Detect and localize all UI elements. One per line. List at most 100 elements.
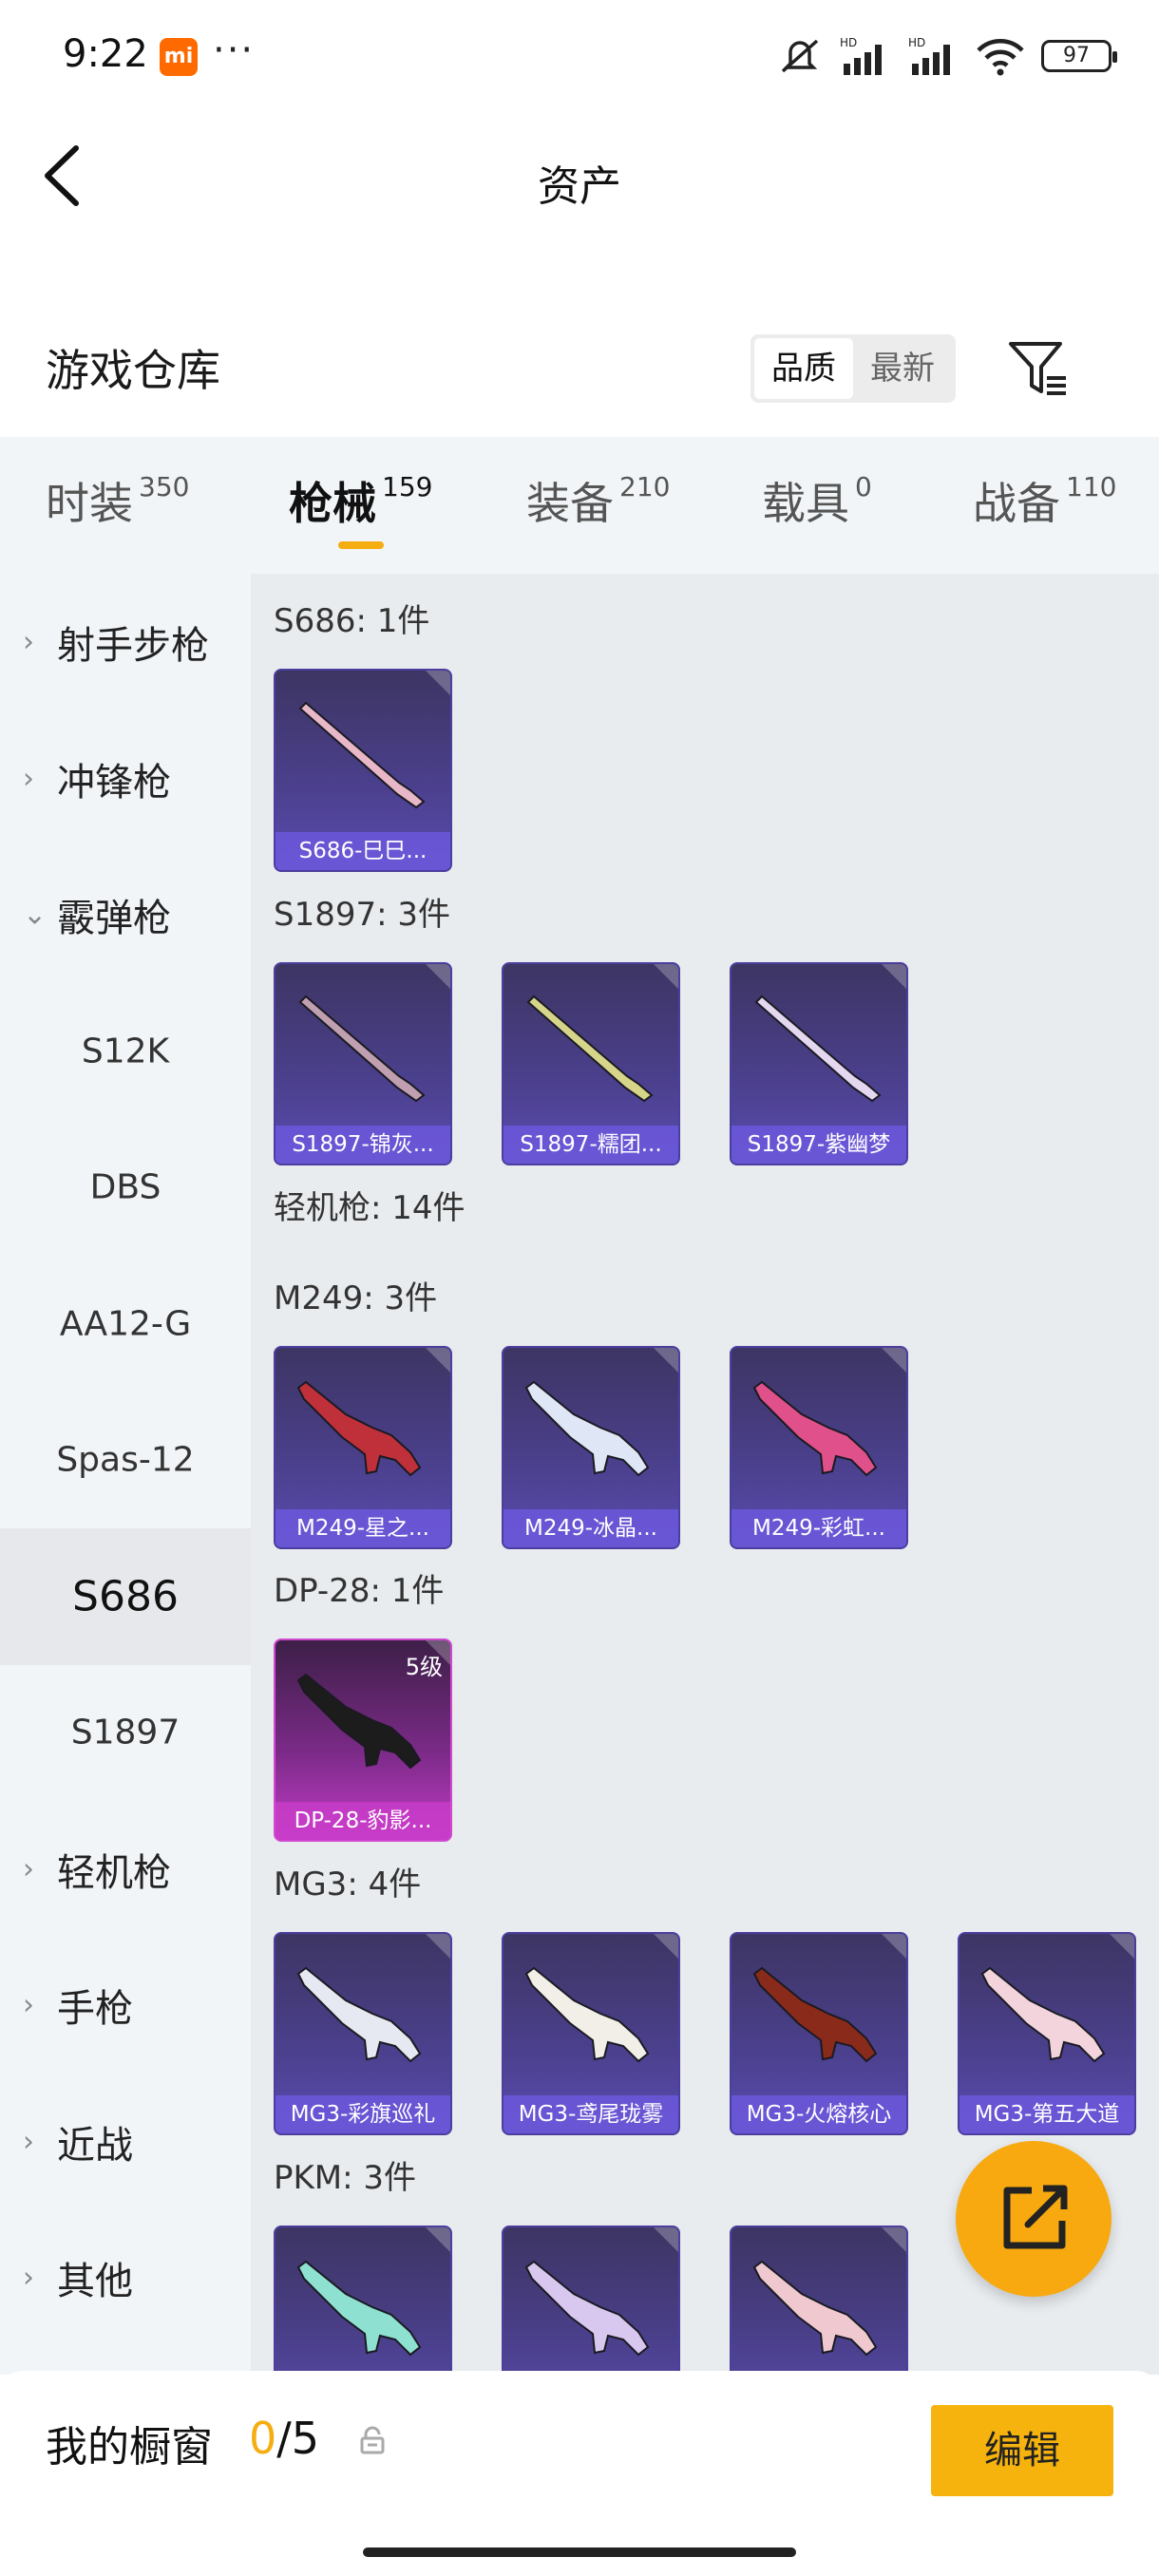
warehouse-header: 游戏仓库 品质 最新 — [0, 313, 1159, 427]
weapon-image — [298, 701, 426, 809]
sidebar-item[interactable]: S12K — [0, 983, 251, 1120]
weapon-card[interactable]: S1897-锦灰... — [274, 962, 452, 1165]
sidebar-item[interactable]: › 冲锋枪 — [0, 710, 251, 847]
svg-text:HD: HD — [908, 36, 925, 49]
mi-app-icon: mi — [160, 38, 198, 76]
weapon-image — [754, 994, 882, 1103]
weapon-name: S1897-锦灰... — [276, 1126, 450, 1164]
showcase-count: 0/5 — [249, 2413, 319, 2464]
weapon-card[interactable]: MG3-火熔核心 — [730, 1932, 908, 2135]
weapon-card[interactable] — [502, 2226, 680, 2375]
sort-toggle: 品质 最新 — [750, 334, 956, 403]
weapon-image — [524, 1380, 650, 1477]
sidebar-item-label: S686 — [72, 1572, 179, 1620]
tab-fashion[interactable]: 时装 350 — [46, 469, 189, 532]
weapon-grid: S686: 1件 S686-巳巳... S1897: 3件 S1897-锦灰... S1… — [251, 574, 1159, 2375]
sidebar-item-label: AA12-G — [59, 1304, 192, 1343]
nav-bar: 资产 — [0, 114, 1159, 237]
chevron-right-icon: › — [23, 2261, 34, 2295]
chevron-down-icon: ⌄ — [23, 898, 48, 932]
tab-supplies[interactable]: 战备 110 — [973, 469, 1116, 532]
tab-vehicles[interactable]: 载具 0 — [762, 469, 872, 532]
system-icons: HD HD 97 — [777, 32, 1117, 80]
group-title: M249: 3件 — [274, 1279, 438, 1317]
sidebar-item[interactable]: S686 — [0, 1527, 251, 1665]
sidebar-item[interactable]: › 手枪 — [0, 1937, 251, 2074]
sidebar-item[interactable]: DBS — [0, 1119, 251, 1256]
sidebar-item[interactable]: › 近战 — [0, 2074, 251, 2210]
showcase-total: /5 — [276, 2413, 320, 2464]
weapon-type-sidebar: › 射手步枪 › 冲锋枪 ⌄ 霰弹枪 S12K DBS AA12-G Spas-12 S686 S18… — [0, 574, 251, 2375]
group-title: 轻机枪: 14件 — [274, 1189, 466, 1227]
sidebar-item[interactable]: › 其他 — [0, 2209, 251, 2346]
weapon-card[interactable]: 5级 DP-28-豹影... — [274, 1638, 452, 1842]
sidebar-item-label: 冲锋枪 — [57, 760, 171, 805]
weapon-name: M249-冰晶... — [504, 1509, 678, 1547]
chevron-right-icon: › — [23, 1852, 34, 1885]
weapon-name: DP-28-豹影... — [276, 1802, 450, 1840]
sidebar-item[interactable]: › 射手步枪 — [0, 574, 251, 710]
status-bar: 9:22 mi ··· HD HD 97 — [0, 0, 1159, 114]
weapon-name: MG3-彩旗巡礼 — [276, 2095, 450, 2133]
showcase-current: 0 — [249, 2413, 277, 2464]
showcase-label: 我的橱窗 — [46, 2423, 213, 2472]
weapon-name: M249-星之... — [276, 1509, 450, 1547]
filter-icon[interactable] — [1005, 336, 1072, 403]
weapon-card[interactable]: S1897-紫幽梦 — [730, 962, 908, 1165]
chevron-right-icon: › — [23, 762, 34, 795]
signal-icon-2: HD — [908, 36, 950, 75]
weapon-name: S1897-紫幽梦 — [732, 1126, 906, 1164]
edit-button[interactable]: 编辑 — [931, 2405, 1113, 2496]
wifi-icon — [977, 39, 1024, 76]
tab-firearms[interactable]: 枪械 159 — [289, 469, 432, 532]
sidebar-item[interactable]: › 轻机枪 — [0, 1801, 251, 1938]
sidebar-item-label: 轻机枪 — [57, 1850, 171, 1895]
weapon-image — [524, 1966, 650, 2063]
share-button[interactable] — [956, 2141, 1112, 2297]
tab-equipment[interactable]: 装备 210 — [526, 469, 670, 532]
weapon-image — [296, 1966, 422, 2063]
weapon-image — [980, 1966, 1106, 2063]
sidebar-item-label: 霰弹枪 — [57, 897, 171, 940]
warehouse-title: 游戏仓库 — [46, 345, 220, 396]
group-title: DP-28: 1件 — [274, 1572, 445, 1610]
weapon-card[interactable] — [274, 2226, 452, 2375]
weapon-card[interactable]: M249-星之... — [274, 1346, 452, 1549]
sort-quality-button[interactable]: 品质 — [754, 338, 853, 399]
weapon-name: MG3-火熔核心 — [732, 2095, 906, 2133]
chevron-right-icon: › — [23, 2125, 34, 2158]
sidebar-item-label: S12K — [81, 1032, 170, 1070]
weapon-card[interactable]: MG3-鸢尾珑雾 — [502, 1932, 680, 2135]
weapon-image — [296, 1380, 422, 1477]
weapon-card[interactable]: S1897-糯团... — [502, 962, 680, 1165]
sidebar-item[interactable]: AA12-G — [0, 1256, 251, 1392]
sidebar-item-label: 近战 — [57, 2123, 133, 2168]
sidebar-item[interactable]: Spas-12 — [0, 1392, 251, 1528]
showcase-bar: 我的橱窗 0/5 编辑 — [0, 2371, 1159, 2576]
weapon-image — [296, 2260, 422, 2357]
weapon-card[interactable]: MG3-第五大道 — [958, 1932, 1136, 2135]
battery-icon: 97 — [1041, 40, 1117, 72]
active-tab-indicator — [338, 541, 384, 549]
sidebar-item[interactable]: ⌄ 霰弹枪 — [0, 846, 251, 983]
sidebar-item[interactable]: S1897 — [0, 1664, 251, 1801]
weapon-name: M249-彩虹... — [732, 1509, 906, 1547]
external-link-icon — [1003, 2185, 1068, 2249]
weapon-card[interactable]: M249-彩虹... — [730, 1346, 908, 1549]
weapon-name: MG3-鸢尾珑雾 — [504, 2095, 678, 2133]
sidebar-item-label: 手枪 — [57, 1987, 133, 2031]
weapon-card[interactable] — [730, 2226, 908, 2375]
sidebar-item-label: 射手步枪 — [57, 624, 209, 668]
weapon-card[interactable]: MG3-彩旗巡礼 — [274, 1932, 452, 2135]
svg-text:HD: HD — [840, 36, 857, 49]
group-title: MG3: 4件 — [274, 1866, 422, 1904]
weapon-card[interactable]: S686-巳巳... — [274, 669, 452, 872]
mute-icon — [781, 39, 819, 73]
weapon-image — [752, 2260, 878, 2357]
sidebar-item-label: S1897 — [70, 1713, 180, 1752]
category-tabs: 时装 350 枪械 159 装备 210 载具 0 战备 110 — [0, 437, 1159, 574]
sort-newest-button[interactable]: 最新 — [853, 338, 952, 399]
sidebar-item-label: 其他 — [57, 2260, 133, 2303]
weapon-card[interactable]: M249-冰晶... — [502, 1346, 680, 1549]
home-indicator — [363, 2548, 796, 2557]
